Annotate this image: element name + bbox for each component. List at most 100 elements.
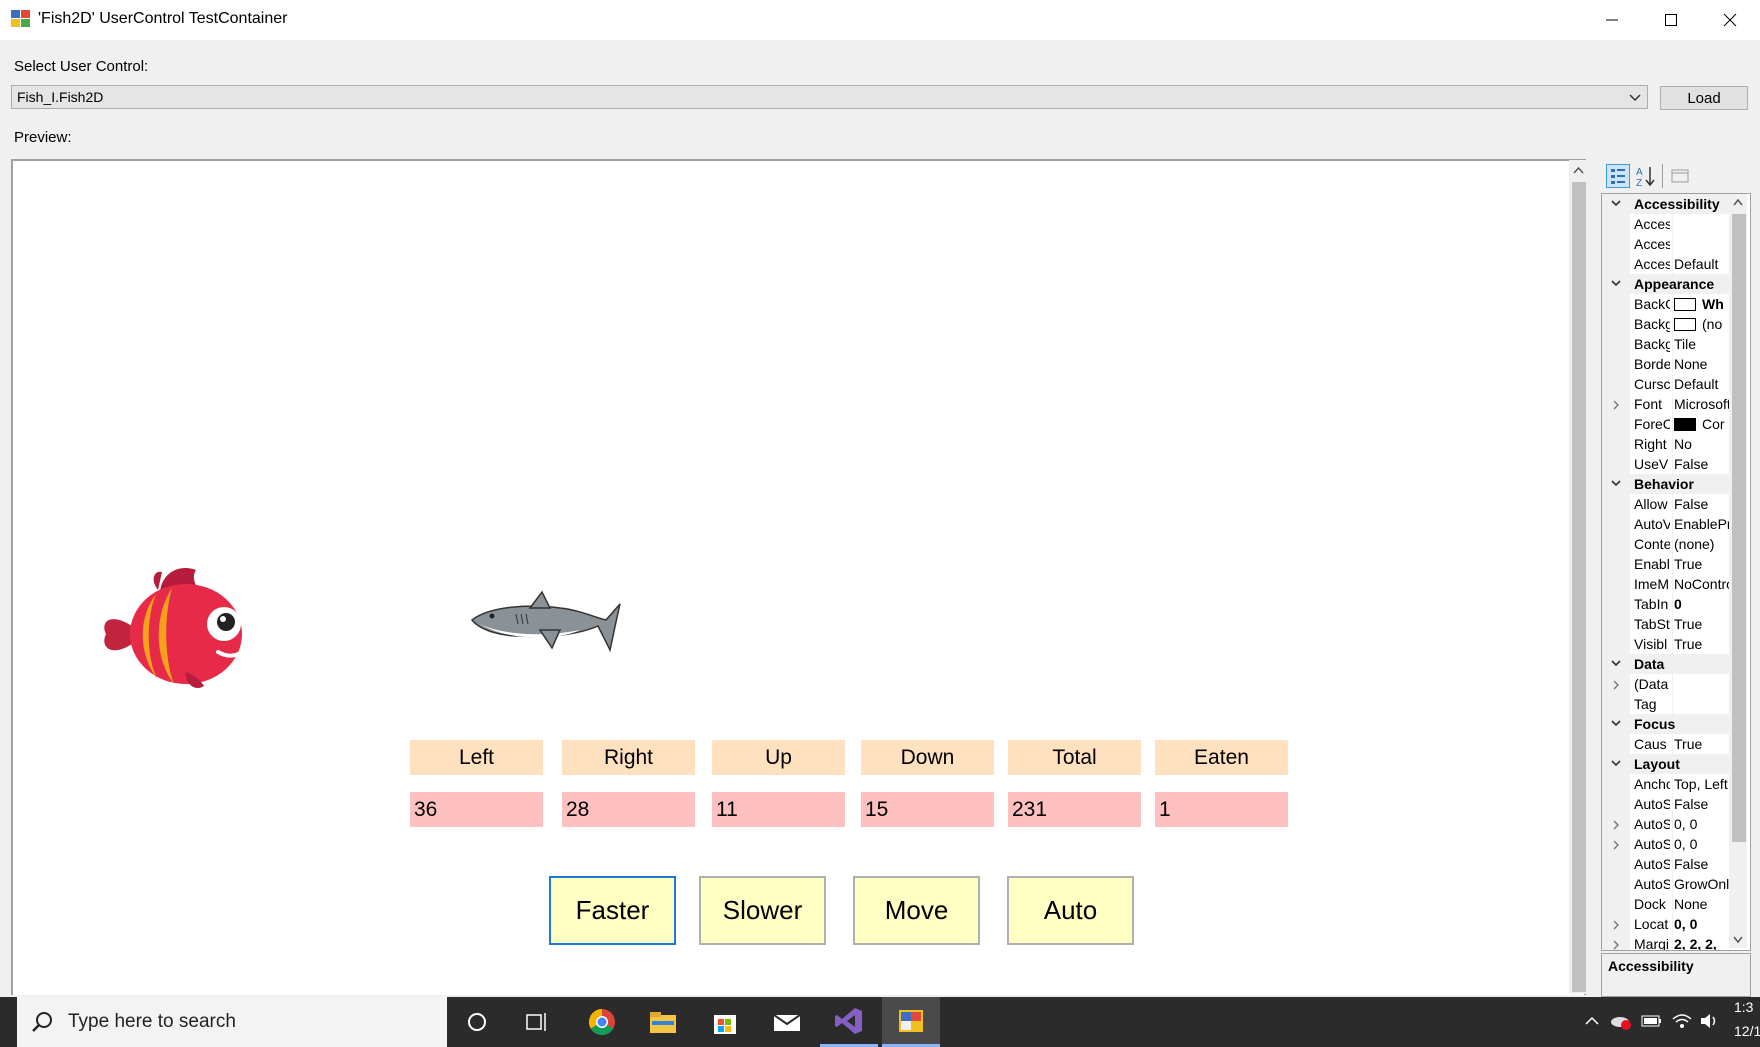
property-value[interactable]: Microsoft [1674, 396, 1732, 412]
property-value[interactable]: False [1674, 456, 1732, 472]
property-row[interactable]: Ancho Top, Left [1602, 774, 1732, 794]
auto-button[interactable]: Auto [1007, 876, 1134, 945]
wifi-icon[interactable] [1671, 1011, 1693, 1031]
volume-icon[interactable] [1699, 1011, 1721, 1031]
property-value[interactable]: False [1674, 856, 1732, 872]
property-row[interactable]: ImeM NoContro [1602, 574, 1732, 594]
move-button[interactable]: Move [853, 876, 980, 945]
cortana-icon[interactable] [448, 997, 506, 1047]
chevron-down-icon[interactable] [1610, 276, 1622, 290]
property-value[interactable]: False [1674, 796, 1732, 812]
faster-button[interactable]: Faster [549, 876, 676, 945]
battery-icon[interactable] [1641, 1013, 1663, 1029]
property-row[interactable]: Backg (no [1602, 314, 1732, 334]
property-value[interactable]: Tile [1674, 336, 1732, 352]
property-value[interactable]: Cor [1674, 416, 1732, 432]
property-value[interactable]: None [1674, 356, 1732, 372]
property-row[interactable]: Tag [1602, 694, 1732, 714]
microsoft-store-icon[interactable] [696, 997, 754, 1047]
property-value[interactable]: Default [1674, 376, 1732, 392]
property-value[interactable]: True [1674, 736, 1732, 752]
property-row[interactable]: Caus True [1602, 734, 1732, 754]
minimize-button[interactable] [1582, 0, 1642, 40]
chevron-up-icon[interactable] [1583, 1012, 1601, 1030]
property-row[interactable]: TabIn 0 [1602, 594, 1732, 614]
slower-button[interactable]: Slower [699, 876, 826, 945]
property-value[interactable]: 2, 2, 2, [1674, 936, 1732, 950]
property-row[interactable]: Right No [1602, 434, 1732, 454]
property-value[interactable]: False [1674, 496, 1732, 512]
property-value[interactable]: None [1674, 896, 1732, 912]
chrome-icon[interactable] [573, 997, 631, 1047]
property-value[interactable]: (no [1674, 316, 1732, 332]
chevron-down-icon[interactable] [1610, 656, 1622, 670]
property-row[interactable]: Dock None [1602, 894, 1732, 914]
property-row[interactable]: AutoV EnablePr [1602, 514, 1732, 534]
property-row[interactable]: BackC Wh [1602, 294, 1732, 314]
property-category[interactable]: Appearance [1602, 274, 1732, 294]
property-row[interactable]: AutoS 0, 0 [1602, 814, 1732, 834]
property-value[interactable]: 0, 0 [1674, 916, 1732, 932]
property-row[interactable]: Backg Tile [1602, 334, 1732, 354]
property-row[interactable]: Enabl True [1602, 554, 1732, 574]
property-value[interactable]: GrowOnl [1674, 876, 1732, 892]
property-row[interactable]: (Data [1602, 674, 1732, 694]
property-pages-icon[interactable] [1668, 164, 1692, 188]
property-value[interactable]: Top, Left [1674, 776, 1732, 792]
property-row[interactable]: Borde None [1602, 354, 1732, 374]
property-row[interactable]: Font Microsoft [1602, 394, 1732, 414]
load-button[interactable]: Load [1660, 86, 1748, 110]
property-row[interactable]: Acces [1602, 214, 1732, 234]
property-category[interactable]: Data [1602, 654, 1732, 674]
property-value[interactable]: True [1674, 616, 1732, 632]
property-row[interactable]: AutoS False [1602, 794, 1732, 814]
file-explorer-icon[interactable] [634, 997, 692, 1047]
chevron-down-icon[interactable] [1610, 716, 1622, 730]
clock-date[interactable]: 12/1 [1734, 1023, 1760, 1039]
chevron-down-icon[interactable] [1627, 89, 1643, 105]
chevron-right-icon[interactable] [1612, 398, 1620, 410]
chevron-right-icon[interactable] [1612, 818, 1620, 830]
property-row[interactable]: AutoS GrowOnl [1602, 874, 1732, 894]
alphabetical-sort-icon[interactable]: AZ [1634, 164, 1658, 189]
property-value[interactable]: True [1674, 556, 1732, 572]
property-row[interactable]: Acces Default [1602, 254, 1732, 274]
property-value[interactable]: Wh [1674, 296, 1732, 312]
task-view-icon[interactable] [508, 997, 566, 1047]
visual-studio-icon[interactable] [820, 997, 878, 1047]
property-category[interactable]: Accessibility [1602, 194, 1732, 214]
property-value[interactable]: 0, 0 [1674, 836, 1732, 852]
property-category[interactable]: Behavior [1602, 474, 1732, 494]
property-value[interactable]: 0, 0 [1674, 816, 1732, 832]
onedrive-error-icon[interactable] [1610, 1011, 1632, 1031]
property-value[interactable]: 0 [1674, 596, 1732, 612]
property-value[interactable]: True [1674, 636, 1732, 652]
property-value[interactable]: No [1674, 436, 1732, 452]
mail-icon[interactable] [758, 997, 816, 1047]
categorized-icon[interactable] [1606, 164, 1630, 188]
clock-time[interactable]: 1:3 [1734, 999, 1753, 1015]
chevron-down-icon[interactable] [1610, 756, 1622, 770]
property-value[interactable]: EnablePr [1674, 516, 1732, 532]
property-value[interactable]: (none) [1674, 536, 1732, 552]
property-row[interactable]: Locat 0, 0 [1602, 914, 1732, 934]
property-row[interactable]: AutoS 0, 0 [1602, 834, 1732, 854]
property-value[interactable]: NoContro [1674, 576, 1732, 592]
property-row[interactable]: Visibl True [1602, 634, 1732, 654]
property-row[interactable]: Conte (none) [1602, 534, 1732, 554]
property-category[interactable]: Focus [1602, 714, 1732, 734]
property-row[interactable]: Acces [1602, 234, 1732, 254]
property-row[interactable]: AutoS False [1602, 854, 1732, 874]
property-category[interactable]: Layout [1602, 754, 1732, 774]
preview-scrollbar-thumb[interactable] [1572, 182, 1586, 992]
user-control-combobox[interactable]: Fish_I.Fish2D [11, 85, 1648, 109]
chevron-right-icon[interactable] [1612, 678, 1620, 690]
property-row[interactable]: ForeC Cor [1602, 414, 1732, 434]
close-button[interactable] [1700, 0, 1760, 40]
property-row[interactable]: Margi 2, 2, 2, [1602, 934, 1732, 950]
chevron-right-icon[interactable] [1612, 838, 1620, 850]
property-grid-scrollbar-thumb[interactable] [1732, 214, 1746, 842]
property-row[interactable]: Cursc Default [1602, 374, 1732, 394]
property-value[interactable]: Default [1674, 256, 1732, 272]
property-row[interactable]: UseV False [1602, 454, 1732, 474]
